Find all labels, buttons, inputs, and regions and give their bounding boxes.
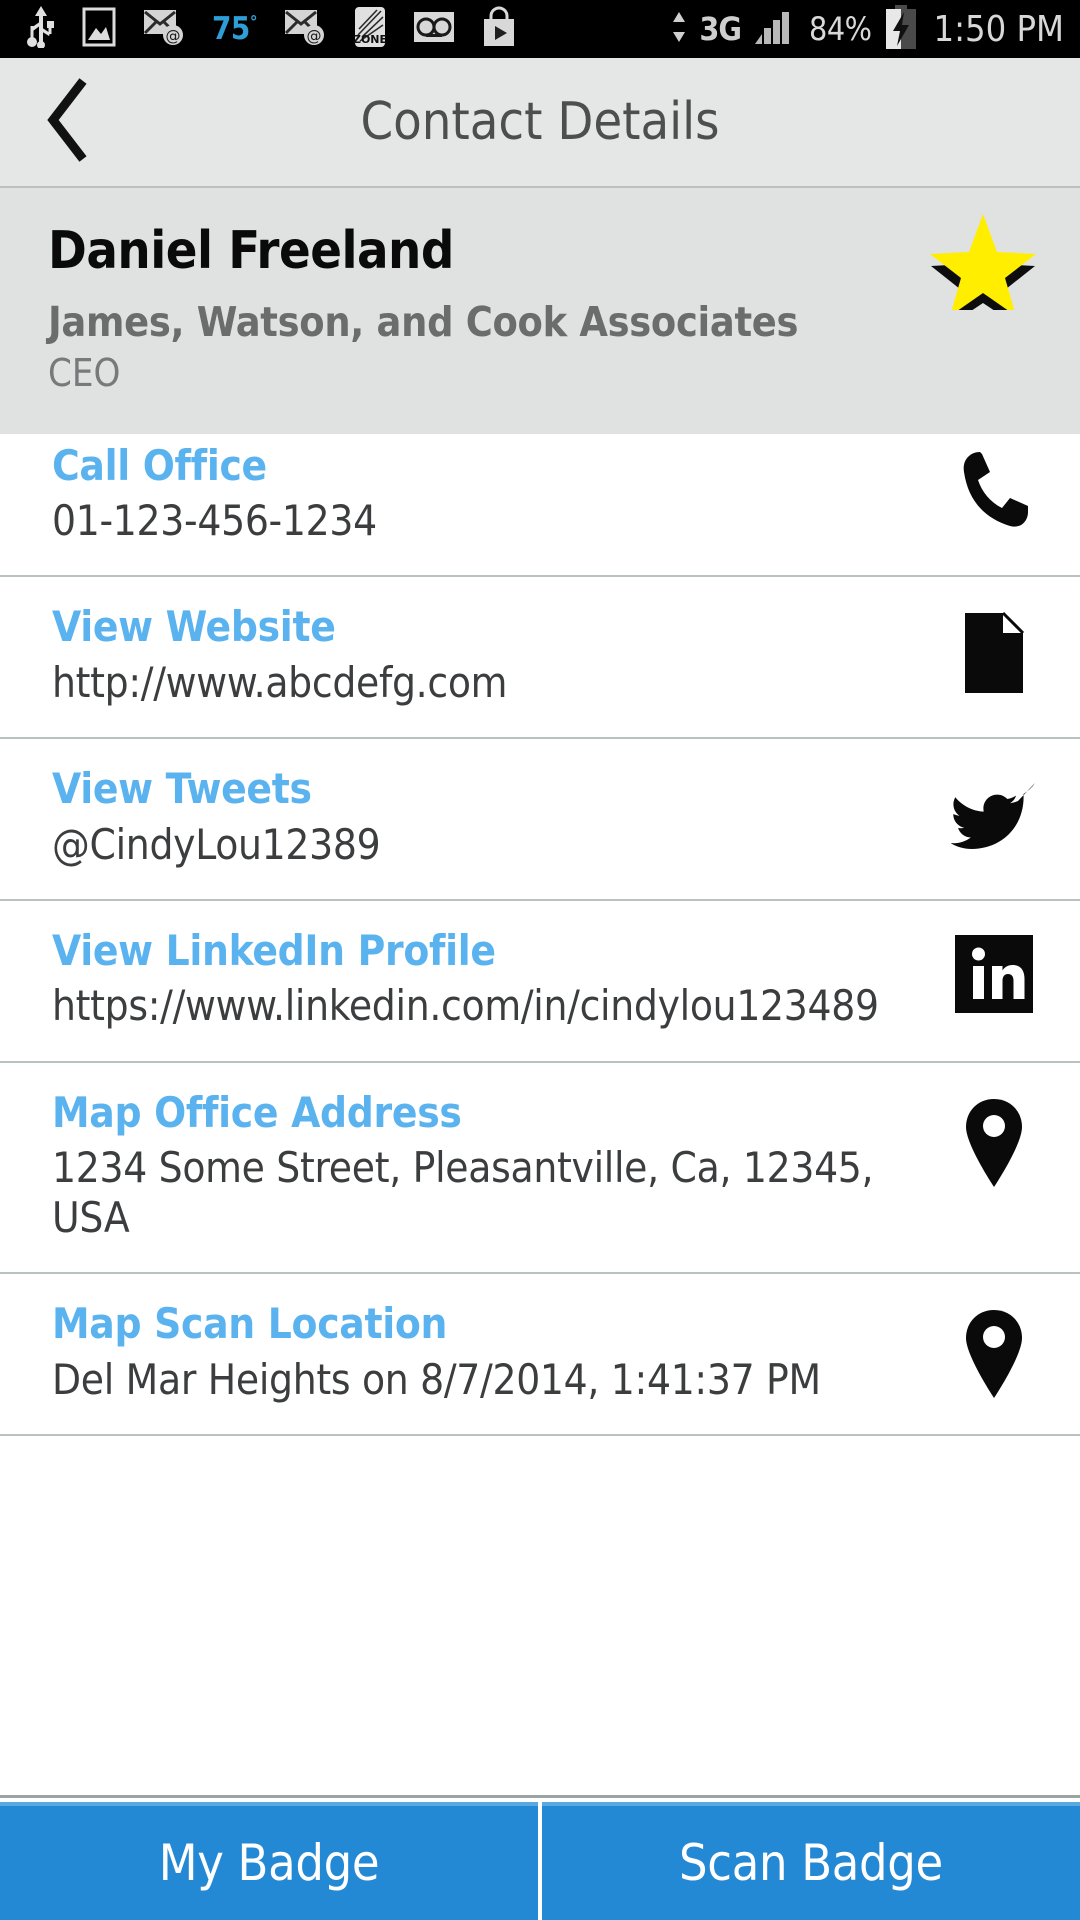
voicemail-icon — [413, 11, 455, 47]
network-type: 3G — [699, 10, 742, 48]
clock: 1:50 PM — [933, 8, 1064, 50]
list-item-view-tweets[interactable]: View Tweets @CindyLou12389 — [0, 739, 1080, 902]
signal-bars-icon — [753, 8, 797, 50]
title-bar: Contact Details — [0, 58, 1080, 188]
weather-temp: 75° — [212, 10, 257, 47]
svg-text:@: @ — [306, 27, 321, 45]
phone-icon — [948, 446, 1040, 538]
row-label: View Tweets — [52, 764, 312, 814]
list-item-view-website[interactable]: View Website http://www.abcdefg.com — [0, 577, 1080, 740]
row-value: https://www.linkedin.com/in/cindylou1234… — [52, 981, 879, 1031]
row-value: @CindyLou12389 — [52, 819, 381, 869]
linkedin-icon — [948, 935, 1040, 1027]
usb-icon — [26, 6, 56, 52]
map-pin-icon — [948, 1097, 1040, 1189]
svg-text:@: @ — [166, 27, 181, 45]
status-bar-right: 3G 84% 1:50 PM — [671, 5, 1064, 53]
row-label: Map Office Address — [52, 1087, 462, 1137]
svg-text:ZONE: ZONE — [353, 33, 387, 46]
contact-details-list[interactable]: Call Office 01-123-456-1234 View Website… — [0, 433, 1080, 1795]
status-bar: @ 75° @ ZONE 3G 84% 1:50 PM — [0, 0, 1080, 58]
zone-icon: ZONE — [353, 5, 387, 53]
gallery-icon — [82, 6, 116, 52]
email-at-icon-2: @ — [283, 7, 327, 51]
row-label: View Website — [52, 602, 336, 652]
list-item-call-office[interactable]: Call Office 01-123-456-1234 — [0, 433, 1080, 578]
battery-charging-icon — [884, 5, 918, 53]
list-item-map-office-address[interactable]: Map Office Address 1234 Some Street, Ple… — [0, 1062, 1080, 1275]
row-value: Del Mar Heights on 8/7/2014, 1:41:37 PM — [52, 1354, 821, 1404]
list-item-map-scan-location[interactable]: Map Scan Location Del Mar Heights on 8/7… — [0, 1274, 1080, 1437]
scan-badge-button[interactable]: Scan Badge — [542, 1802, 1080, 1920]
star-icon — [928, 214, 1038, 325]
contact-role: CEO — [48, 350, 121, 395]
row-value: 01-123-456-1234 — [52, 495, 377, 545]
back-button[interactable] — [34, 77, 104, 167]
page-title: Contact Details — [360, 92, 720, 152]
list-item-view-linkedin[interactable]: View LinkedIn Profile https://www.linked… — [0, 901, 1080, 1063]
row-value: 1234 Some Street, Pleasantville, Ca, 123… — [52, 1143, 874, 1242]
contact-name: Daniel Freeland — [48, 221, 454, 281]
play-store-icon — [481, 6, 517, 52]
data-arrows-icon — [671, 10, 687, 48]
row-label: Call Office — [52, 440, 267, 490]
contact-company: James, Watson, and Cook Associates — [48, 297, 799, 346]
twitter-icon — [948, 773, 1040, 865]
map-pin-icon — [948, 1308, 1040, 1400]
document-icon — [948, 611, 1040, 703]
status-bar-left-icons: @ 75° @ ZONE — [26, 5, 517, 53]
bottom-action-bar: My Badge Scan Badge — [0, 1795, 1080, 1920]
chevron-left-icon — [43, 76, 95, 168]
battery-percent: 84% — [809, 10, 872, 48]
row-value: http://www.abcdefg.com — [52, 657, 508, 707]
row-label: Map Scan Location — [52, 1299, 448, 1349]
app-screen: @ 75° @ ZONE 3G 84% 1:50 PM Contact Deta… — [0, 0, 1080, 1920]
my-badge-button[interactable]: My Badge — [0, 1802, 538, 1920]
email-at-icon: @ — [142, 7, 186, 51]
contact-summary-card: Daniel Freeland James, Watson, and Cook … — [0, 188, 1080, 434]
favorite-star-button[interactable] — [928, 210, 1038, 325]
row-label: View LinkedIn Profile — [52, 926, 496, 976]
